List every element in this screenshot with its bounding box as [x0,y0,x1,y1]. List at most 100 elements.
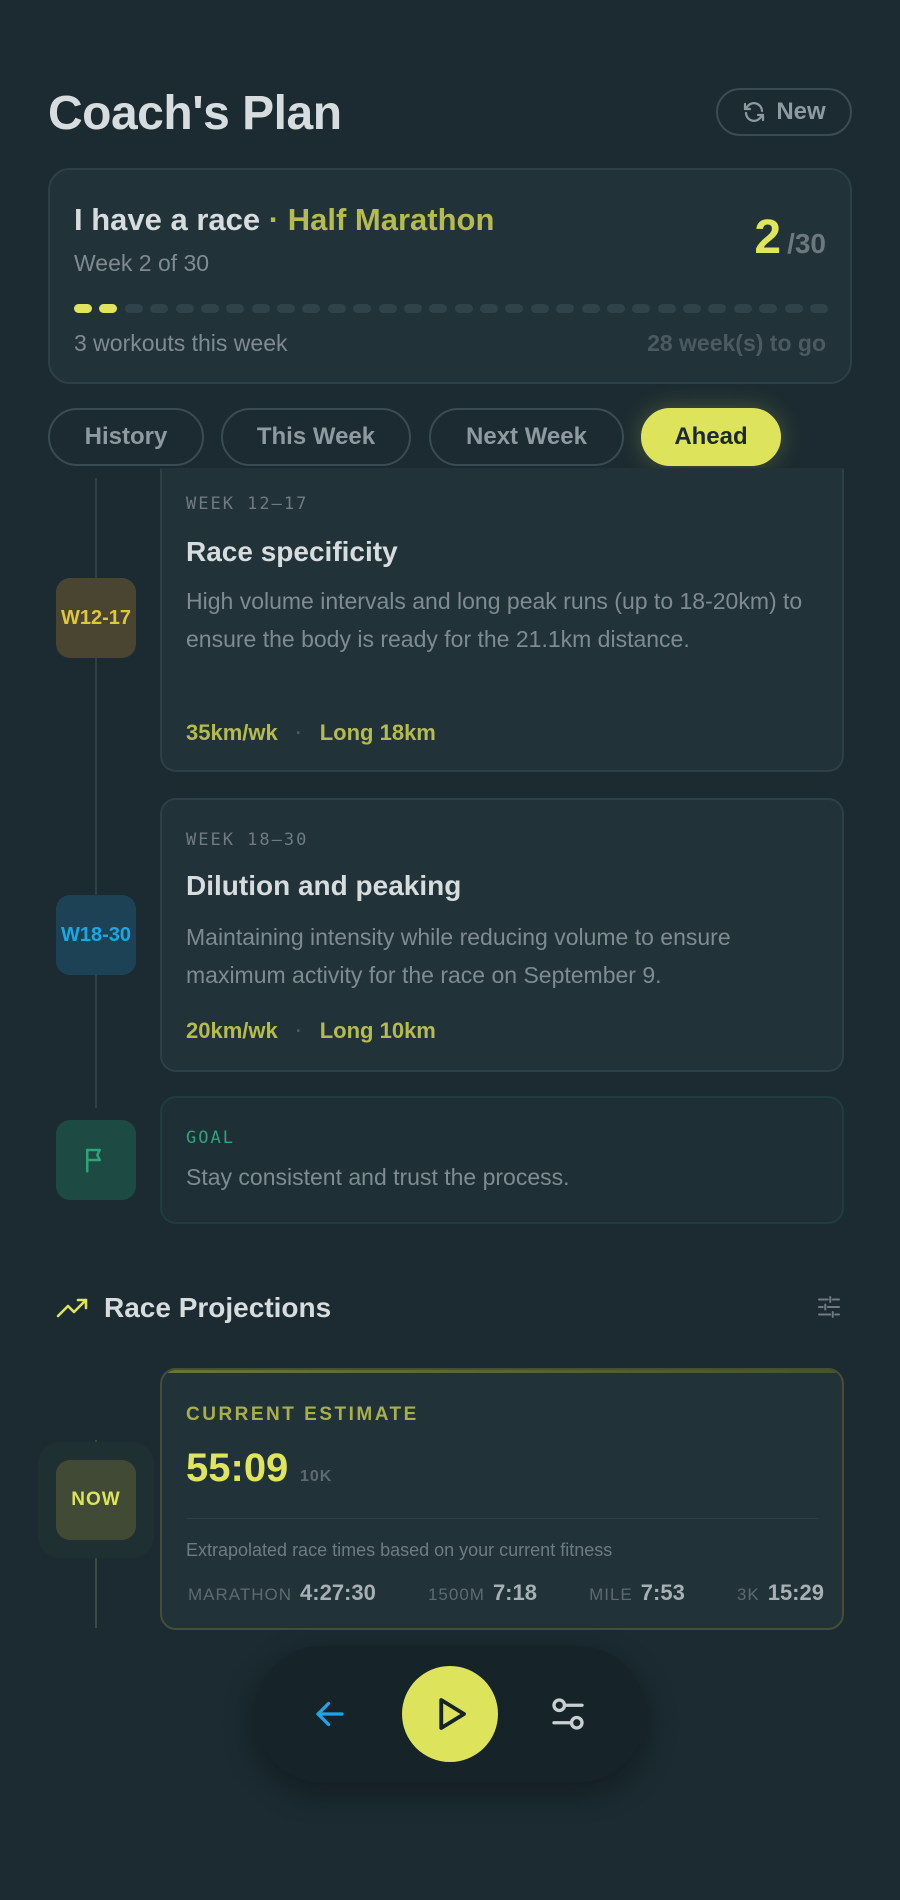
goal-badge [56,1120,136,1200]
settings-button[interactable] [542,1688,594,1740]
projection-distance: MARATHON [188,1585,293,1604]
progress-dot [124,304,143,313]
progress-dot [327,304,346,313]
progress-dot [530,304,549,313]
race-title: I have a race · Half Marathon [74,202,494,238]
page-title: Coach's Plan [48,87,342,140]
tab-next-week[interactable]: Next Week [429,408,624,466]
bottom-navigation [254,1646,646,1782]
progress-dot [403,304,422,313]
phase-title: Race specificity [186,536,398,567]
phase-week-label: WEEK 18–30 [186,830,309,850]
divider [186,1518,818,1519]
current-estimate-card[interactable]: CURRENT ESTIMATE 55:09 10K Extrapolated … [160,1368,844,1630]
projection-distance: MILE [589,1585,633,1604]
estimate-label: CURRENT ESTIMATE [186,1404,419,1425]
progress-dot [353,304,372,313]
new-plan-button[interactable]: New [716,88,852,136]
settings-icon [552,1698,584,1730]
goal-label: GOAL [186,1128,235,1148]
projection-marathon: MARATHON 4:27:30 [188,1580,376,1606]
workouts-this-week: 3 workouts this week [74,330,288,356]
week-progress-dots [74,304,828,314]
progress-dot [759,304,778,313]
phase-long-run: Long 10km [319,1018,436,1043]
progress-dot [378,304,397,313]
phase-badge-w12-17: W12-17 [56,578,136,658]
phase-description: Maintaining intensity while reducing vol… [186,924,731,988]
race-title-prefix: I have a race [74,202,261,237]
stat-separator: · [295,722,302,743]
estimate-note: Extrapolated race times based on your cu… [186,1540,613,1560]
progress-dot [277,304,295,313]
race-name: Half Marathon [287,202,495,237]
progress-dot [657,304,676,313]
progress-dot [606,304,625,313]
progress-dot [480,304,498,313]
progress-dot [784,304,803,313]
total-weeks: /30 [787,228,826,259]
stat-separator: · [295,1020,302,1041]
phase-description: High volume intervals and long peak runs… [186,588,803,652]
flag-icon [86,1148,101,1173]
progress-dot-complete [74,304,92,313]
projection-time: 7:18 [492,1580,537,1605]
back-button[interactable] [306,1690,354,1738]
estimate-time: 55:09 [186,1446,289,1490]
projection-list: MARATHON 4:27:30 1500M 7:18 MILE 7:53 3K 15:… [188,1580,824,1606]
tab-this-week[interactable]: This Week [221,408,411,466]
tab-ahead[interactable]: Ahead [641,408,781,466]
progress-dot [226,304,245,313]
race-week-text: Week 2 of 30 [74,250,210,276]
projection-time: 7:53 [640,1580,685,1605]
race-projections-header: Race Projections [56,1286,844,1330]
progress-dot [632,304,651,313]
tab-history[interactable]: History [48,408,204,466]
estimate-distance: 10K [300,1468,333,1485]
progress-dot [683,304,701,313]
phase-card-race-specificity[interactable]: WEEK 12–17 Race specificity High volume … [160,468,844,772]
progress-dot [200,304,219,313]
timeline-line [95,478,97,1108]
progress-dot [429,304,448,313]
race-week-counter: 2/30 [754,210,826,265]
phase-week-label: WEEK 12–17 [186,494,309,514]
projection-1500m: 1500M 7:18 [428,1580,537,1606]
projection-distance: 3K [736,1585,760,1604]
sliders-icon[interactable] [814,1292,844,1322]
weeks-to-go: 28 week(s) to go [647,330,826,356]
projection-3k: 3K 15:29 [737,1580,824,1606]
play-button[interactable] [402,1666,498,1762]
progress-dot [150,304,169,313]
goal-card: GOAL Stay consistent and trust the proce… [160,1096,844,1224]
play-icon [439,1698,466,1730]
progress-dot [505,304,524,313]
progress-dot [251,304,270,313]
progress-dot-complete [99,304,118,313]
race-projections-title: Race Projections [104,1292,332,1323]
projection-distance: 1500M [427,1585,485,1604]
projection-mile: MILE 7:53 [589,1580,685,1606]
race-summary-card: I have a race · Half Marathon Week 2 of … [48,168,852,384]
phase-weekly-volume: 20km/wk [186,1018,278,1043]
phase-card-dilution-peaking[interactable]: WEEK 18–30 Dilution and peaking Maintain… [160,798,844,1072]
arrow-left-icon [316,1701,344,1727]
current-week-number: 2 [754,211,782,264]
progress-dot [556,304,575,313]
progress-dot [708,304,727,313]
progress-dot [302,304,321,313]
progress-dot [581,304,600,313]
progress-dot [175,304,194,313]
new-button-label: New [776,98,826,125]
trending-up-icon [56,1298,88,1318]
race-title-separator: · [260,202,288,237]
phase-stats: 20km/wk · Long 10km [186,1018,436,1044]
now-badge: NOW [56,1460,136,1540]
phase-weekly-volume: 35km/wk [186,720,278,745]
progress-dot [733,304,752,313]
projection-time: 15:29 [767,1580,824,1605]
phase-long-run: Long 18km [319,720,436,745]
progress-dot [454,304,473,313]
refresh-icon [744,102,765,122]
page-header: Coach's Plan New [48,86,852,146]
